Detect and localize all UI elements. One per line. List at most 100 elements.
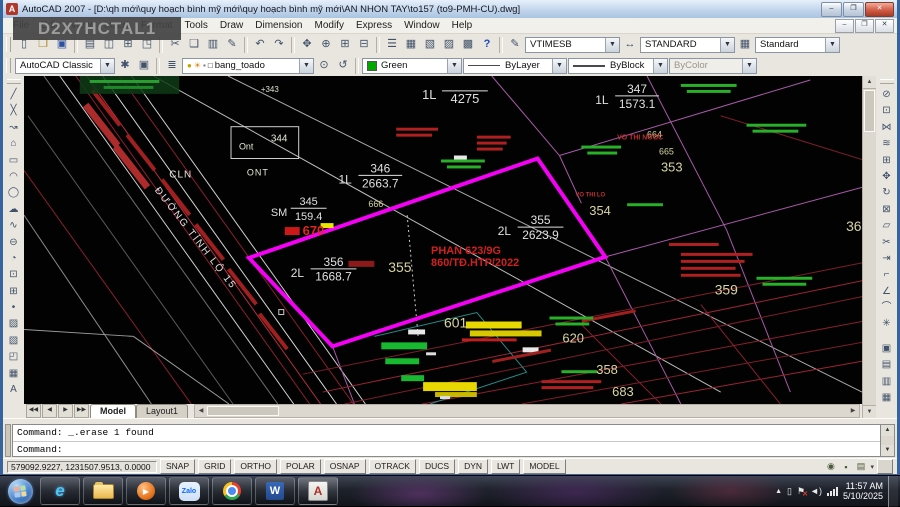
menu-express[interactable]: Express [350, 20, 398, 31]
dim-style-combo[interactable]: STANDARD ▼ [640, 36, 735, 53]
draworder-bring-to-front-icon[interactable]: ▣ [878, 341, 896, 357]
vertical-scrollbar[interactable]: ▲ ▼ [862, 76, 876, 418]
toolbar-grip[interactable] [6, 58, 11, 73]
tab-prev-button[interactable]: ◀ [42, 404, 57, 418]
my-workspace-icon[interactable]: ▣ [135, 57, 153, 74]
chevron-down-icon[interactable]: ▼ [825, 37, 839, 52]
toggle-lwt[interactable]: LWT [491, 459, 521, 474]
chamfer-icon[interactable]: ∠ [878, 284, 896, 300]
table-style-combo[interactable]: Standard ▼ [755, 36, 840, 53]
rectangle-icon[interactable]: ▭ [5, 153, 23, 169]
minimize-button[interactable]: – [821, 1, 842, 17]
chevron-down-icon[interactable]: ▼ [653, 58, 667, 73]
toggle-osnap[interactable]: OSNAP [323, 459, 366, 474]
close-button[interactable]: ✕ [865, 1, 894, 17]
tab-model[interactable]: Model [90, 404, 136, 418]
horizontal-scrollbar[interactable]: ◀ ▶ [194, 404, 860, 418]
taskbar-autocad[interactable]: A [298, 477, 338, 505]
tool-palettes-icon[interactable]: ▧ [421, 36, 439, 53]
offset-icon[interactable]: ≋ [878, 136, 896, 152]
dim-style-icon[interactable]: ↔ [621, 36, 639, 53]
multiline-text-icon[interactable]: A [5, 382, 23, 398]
toggle-ortho[interactable]: ORTHO [234, 459, 277, 474]
chevron-down-icon[interactable]: ▼ [447, 58, 461, 73]
network-error-icon[interactable]: ⚑ ✕ [797, 486, 808, 498]
signal-icon[interactable] [826, 486, 838, 496]
taskbar-zalo[interactable]: Zalo [169, 477, 209, 505]
array-icon[interactable]: ⊞ [878, 153, 896, 169]
redo-icon[interactable]: ↷ [270, 36, 288, 53]
scroll-down-icon[interactable]: ▼ [863, 405, 876, 418]
spline-icon[interactable]: ∿ [5, 218, 23, 234]
draworder-bring-above-icon[interactable]: ▥ [878, 374, 896, 390]
lineweight-combo[interactable]: ByBlock ▼ [568, 57, 668, 74]
zoom-realtime-icon[interactable]: ⊕ [317, 36, 335, 53]
associated-standards-icon[interactable]: ▤ [854, 461, 867, 472]
zoom-window-icon[interactable]: ⊞ [336, 36, 354, 53]
tray-chevron-icon[interactable]: ▾ [870, 463, 874, 471]
polyline-icon[interactable]: ↝ [5, 120, 23, 136]
taskbar-word[interactable]: W [255, 477, 295, 505]
match-properties-icon[interactable]: ✎ [223, 36, 241, 53]
paste-clip-icon[interactable]: ▥ [204, 36, 222, 53]
construction-line-icon[interactable]: ╳ [5, 103, 23, 119]
region-icon[interactable]: ◰ [5, 349, 23, 365]
stretch-icon[interactable]: ▱ [878, 218, 896, 234]
scrollbar-thumb[interactable] [207, 406, 280, 416]
chevron-down-icon[interactable]: ▼ [720, 37, 734, 52]
help-icon[interactable]: ? [478, 36, 496, 53]
menu-help[interactable]: Help [446, 20, 479, 31]
clean-screen-button[interactable] [877, 459, 893, 474]
toolbar-lock-icon[interactable]: ▪ [839, 462, 852, 472]
toggle-polar[interactable]: POLAR [279, 459, 321, 474]
revision-cloud-icon[interactable]: ☁ [5, 202, 23, 218]
toggle-grid[interactable]: GRID [198, 459, 232, 474]
workspace-combo[interactable]: AutoCAD Classic ▼ [15, 57, 115, 74]
volume-icon[interactable]: ◄) [810, 486, 822, 496]
toolbar-grip[interactable] [6, 37, 11, 52]
hidden-icons-chevron[interactable]: ▲ [775, 488, 782, 495]
tab-layout1[interactable]: Layout1 [136, 404, 189, 418]
chevron-down-icon[interactable]: ▼ [299, 58, 313, 73]
drawing-canvas[interactable]: +343 344 Ont CLN ONT 664 665 666 355 353 354 359 36 6… [24, 76, 862, 404]
menu-draw[interactable]: Draw [214, 20, 249, 31]
menu-tools[interactable]: Tools [179, 20, 214, 31]
circle-icon[interactable]: ◯ [5, 185, 23, 201]
move-icon[interactable]: ✥ [878, 169, 896, 185]
draworder-send-under-icon[interactable]: ▦ [878, 390, 896, 406]
layer-previous-icon[interactable]: ↺ [334, 57, 352, 74]
scroll-up-icon[interactable]: ▲ [863, 76, 876, 89]
text-style-combo[interactable]: VTIMESB ▼ [525, 36, 620, 53]
layer-properties-manager-icon[interactable]: ≣ [163, 57, 181, 74]
make-block-icon[interactable]: ⊞ [5, 284, 23, 300]
menu-window[interactable]: Window [398, 20, 446, 31]
tab-last-button[interactable]: ▶▶ [74, 404, 89, 418]
taskbar-internet-explorer[interactable]: e [40, 477, 80, 505]
gradient-icon[interactable]: ▧ [5, 333, 23, 349]
erase-icon[interactable]: ⊘ [878, 87, 896, 103]
battery-icon[interactable]: ▯ [787, 486, 792, 497]
trim-icon[interactable]: ✂ [878, 235, 896, 251]
menu-modify[interactable]: Modify [309, 20, 350, 31]
command-scrollbar[interactable]: ▲ ▼ [880, 424, 895, 457]
chevron-down-icon[interactable]: ▼ [100, 58, 114, 73]
doc-restore-button[interactable]: ❐ [855, 19, 874, 33]
layer-combo[interactable]: ● ☀ ▪ □ bang_toado ▼ [182, 57, 314, 74]
doc-minimize-button[interactable]: – [835, 19, 854, 33]
mirror-icon[interactable]: ⋈ [878, 120, 896, 136]
rotate-icon[interactable]: ↻ [878, 185, 896, 201]
ellipse-icon[interactable]: ⊖ [5, 235, 23, 251]
make-object-layer-current-icon[interactable]: ⊙ [315, 57, 333, 74]
draworder-send-to-back-icon[interactable]: ▤ [878, 357, 896, 373]
fillet-icon[interactable]: ⌒ [878, 300, 896, 316]
extend-icon[interactable]: ⇥ [878, 251, 896, 267]
copy-icon[interactable]: ⊡ [878, 103, 896, 119]
arc-icon[interactable]: ◠ [5, 169, 23, 185]
tab-first-button[interactable]: ◀◀ [26, 404, 41, 418]
scroll-right-icon[interactable]: ▶ [847, 406, 859, 416]
toggle-model[interactable]: MODEL [523, 459, 566, 474]
break-icon[interactable]: ⌐ [878, 267, 896, 283]
scroll-down-icon[interactable]: ▼ [881, 445, 894, 456]
copy-clip-icon[interactable]: ❏ [185, 36, 203, 53]
quickcalc-icon[interactable]: ▩ [459, 36, 477, 53]
